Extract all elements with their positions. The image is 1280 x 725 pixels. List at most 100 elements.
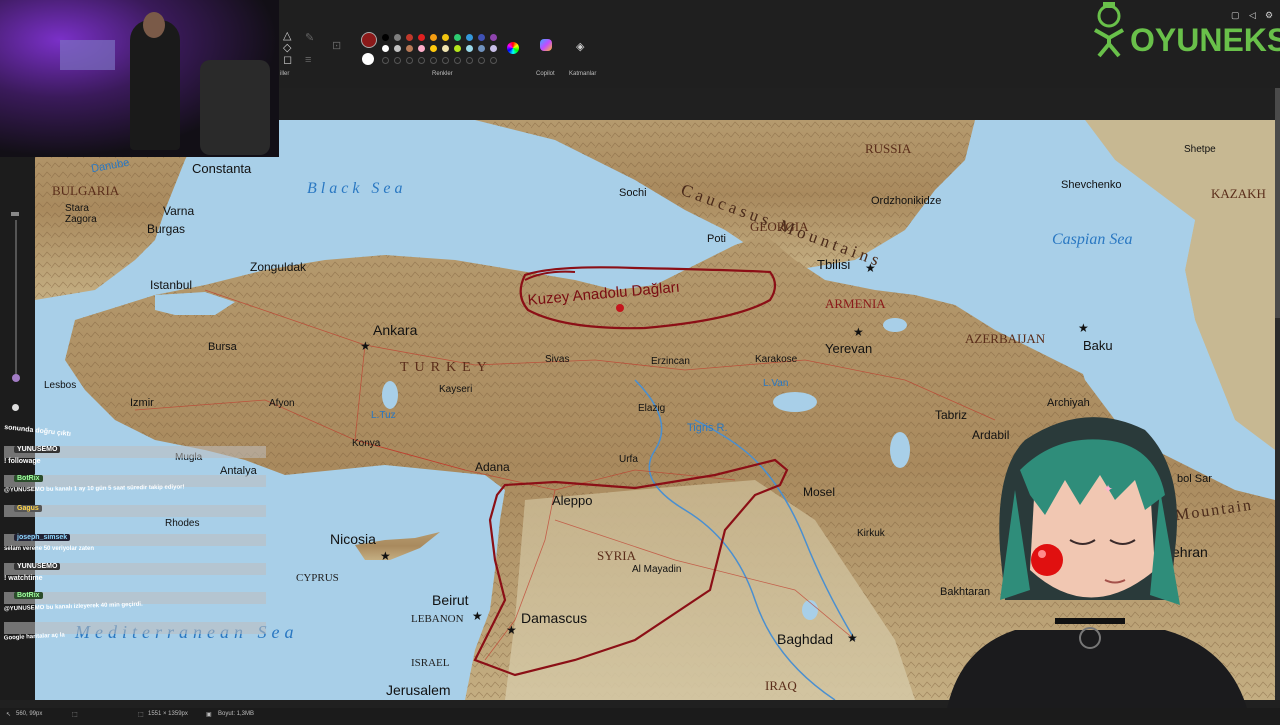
black-sea-label: Black Sea: [307, 180, 407, 197]
ankara-star-icon: ★: [360, 339, 371, 353]
palette-swatch[interactable]: [478, 34, 485, 41]
zoom-slider-thumb[interactable]: [12, 374, 20, 382]
tigris-label: Tigris R.: [687, 422, 728, 434]
shape-icon[interactable]: △: [283, 30, 291, 42]
palette-swatch[interactable]: [406, 45, 413, 52]
webcam-overlay: [0, 0, 279, 157]
active-color-swatch[interactable]: [361, 32, 377, 48]
city-al-mayadin: Al Mayadin: [632, 564, 682, 575]
country-kazakh: KAZAKH: [1211, 186, 1266, 201]
canvas-size-icon: ⬚: [138, 712, 144, 718]
chat-user-botrix: BotRix: [14, 592, 43, 599]
city-izmir: Izmir: [130, 397, 154, 409]
canvas-size: 1551 × 1359px: [148, 711, 188, 717]
cursor-icon: ↖: [6, 712, 12, 718]
custom-palette-slot[interactable]: [394, 57, 401, 64]
custom-palette-slot[interactable]: [454, 57, 461, 64]
chat-bar: [4, 622, 266, 634]
copilot-icon[interactable]: [540, 39, 552, 51]
custom-palette-slot[interactable]: [406, 57, 413, 64]
stream-chat-overlay: sonunda doğru çıktı YUNUSEMO ! followage…: [4, 424, 266, 654]
lake-tuz: [382, 381, 398, 409]
custom-palette-slot[interactable]: [490, 57, 497, 64]
palette-swatch[interactable]: [394, 34, 401, 41]
city-yerevan: Yerevan: [825, 341, 873, 356]
chat-message: ! followage: [4, 458, 41, 465]
city-istanbul: Istanbul: [150, 278, 193, 292]
beirut-star-icon: ★: [472, 609, 483, 623]
city-beirut: Beirut: [432, 592, 469, 608]
custom-palette-slot[interactable]: [382, 57, 389, 64]
layers-icon[interactable]: ◈: [576, 41, 584, 53]
crop-icon[interactable]: ⊡: [332, 40, 341, 52]
color-picker-icon[interactable]: [507, 42, 519, 54]
palette-swatch[interactable]: [382, 45, 389, 52]
city-shevchenko: Shevchenko: [1061, 179, 1122, 191]
palette-swatch[interactable]: [490, 34, 497, 41]
palette-swatch[interactable]: [442, 34, 449, 41]
city-konya: Konya: [352, 438, 381, 449]
secondary-color-swatch[interactable]: [362, 53, 374, 65]
colors-label: Renkler: [432, 71, 453, 77]
palette-swatch[interactable]: [418, 34, 425, 41]
country-azerbaijan: AZERBAIJAN: [965, 331, 1046, 346]
palette-swatch[interactable]: [442, 45, 449, 52]
lock-icon[interactable]: [12, 404, 19, 411]
palette-swatch[interactable]: [430, 45, 437, 52]
palette-swatch[interactable]: [466, 34, 473, 41]
palette-swatch[interactable]: [466, 45, 473, 52]
custom-palette-slot[interactable]: [418, 57, 425, 64]
country-syria: SYRIA: [597, 548, 637, 563]
city-varna: Varna: [163, 204, 195, 218]
palette-swatch[interactable]: [394, 45, 401, 52]
caspian-sea-label: Caspian Sea: [1052, 231, 1133, 248]
city-tbilisi: Tbilisi: [817, 257, 851, 272]
country-bulgaria: BULGARIA: [52, 183, 120, 198]
webcam-shelf: [60, 40, 115, 70]
brush-size-icon[interactable]: ≡: [305, 54, 311, 66]
file-size: Boyut: 1,3MB: [218, 711, 255, 717]
city-baghdad: Baghdad: [777, 631, 834, 647]
palette-swatch[interactable]: [418, 45, 425, 52]
webcam-chair: [200, 60, 270, 155]
city-erzincan: Erzincan: [651, 356, 690, 367]
yerevan-star-icon: ★: [853, 325, 864, 339]
country-iraq: IRAQ: [765, 678, 797, 693]
custom-palette-slot[interactable]: [466, 57, 473, 64]
palette-swatch[interactable]: [406, 34, 413, 41]
city-urfa: Urfa: [619, 454, 638, 465]
brush-icon[interactable]: ✎: [305, 32, 314, 44]
logo-figure-icon: [1094, 2, 1124, 58]
city-kirkuk: Kirkuk: [857, 528, 885, 539]
country-israel: ISRAEL: [411, 657, 450, 669]
palette-swatch[interactable]: [490, 45, 497, 52]
webcam-head: [143, 12, 165, 38]
chat-user-yunusemo: YUNUSEMO: [14, 563, 61, 570]
custom-palette-slot[interactable]: [430, 57, 437, 64]
text-icon[interactable]: ◻: [283, 54, 292, 66]
palette-swatch[interactable]: [478, 45, 485, 52]
damascus-star-icon: ★: [506, 623, 517, 637]
city-bursa: Bursa: [208, 341, 237, 353]
palette-swatch[interactable]: [454, 34, 461, 41]
country-cyprus: CYPRUS: [296, 572, 339, 584]
chat-message: sonunda doğru çıktı: [3, 424, 72, 438]
city-zonguldak: Zonguldak: [250, 260, 307, 274]
custom-palette-slot[interactable]: [442, 57, 449, 64]
city-sivas: Sivas: [545, 354, 570, 365]
scrollbar-thumb[interactable]: [1275, 88, 1280, 318]
fill-icon[interactable]: ◇: [283, 42, 291, 54]
palette-swatch[interactable]: [454, 45, 461, 52]
clown-nose-icon: [1031, 544, 1063, 576]
chat-message: ! watchtime: [4, 575, 43, 582]
city-burgas: Burgas: [147, 222, 186, 236]
palette-swatch[interactable]: [430, 34, 437, 41]
custom-palette-slot[interactable]: [478, 57, 485, 64]
palette-swatch[interactable]: [382, 34, 389, 41]
zoom-icon[interactable]: [11, 212, 19, 216]
country-armenia: ARMENIA: [825, 296, 886, 311]
city-ordzhonikidze: Ordzhonikidze: [871, 195, 942, 207]
layers-label: Katmanlar: [569, 71, 597, 77]
city-damascus: Damascus: [521, 610, 588, 626]
zoom-slider[interactable]: [15, 220, 17, 380]
